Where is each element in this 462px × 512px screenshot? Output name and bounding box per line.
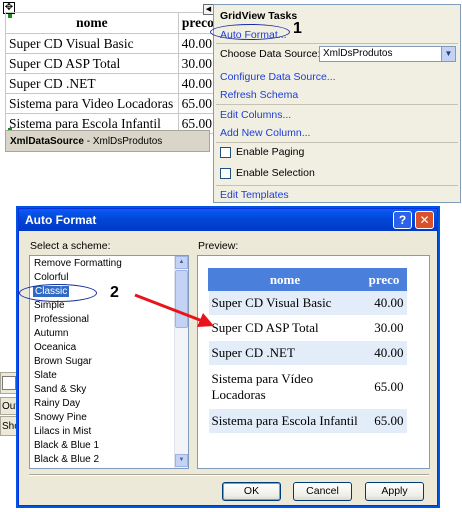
- callout-arrow-line: [134, 293, 206, 324]
- callout-arrow-icon: [134, 293, 214, 327]
